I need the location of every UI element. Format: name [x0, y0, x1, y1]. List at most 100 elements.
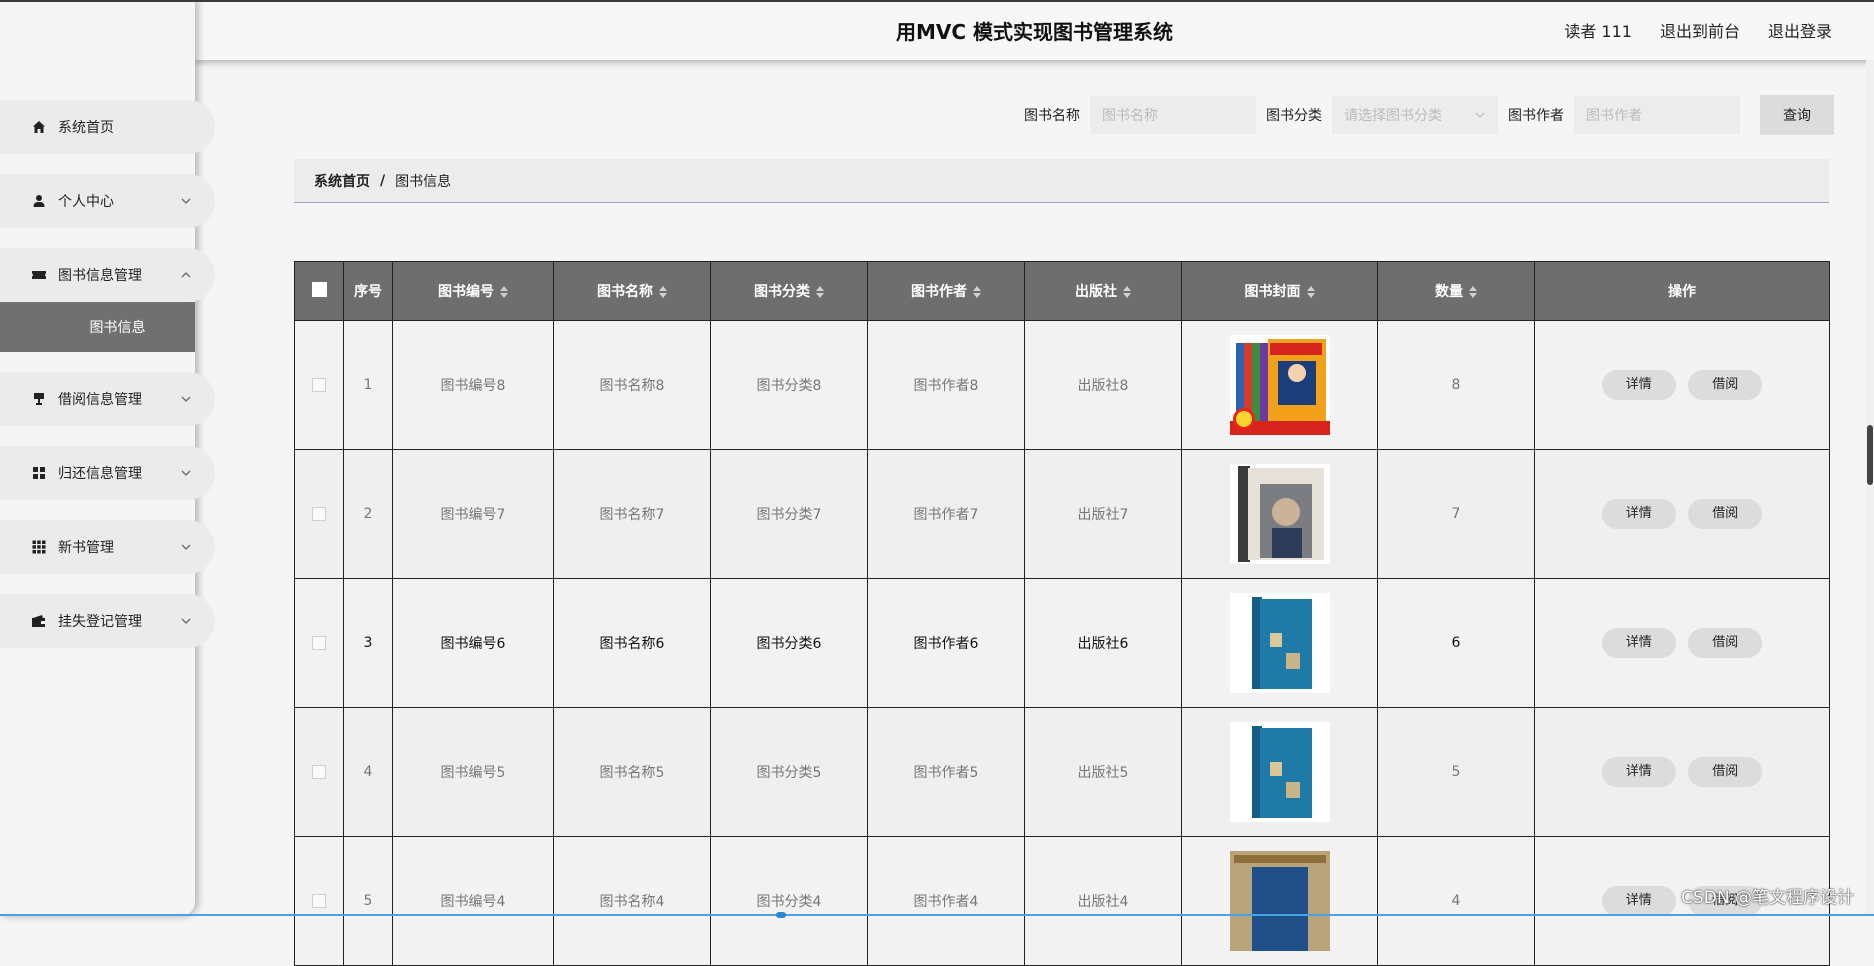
sidebar-item-personal[interactable]: 个人中心 — [0, 174, 215, 228]
sort-icon[interactable] — [1306, 286, 1315, 298]
sidebar-item-label: 新书管理 — [58, 540, 114, 556]
book-category-select[interactable]: 请选择图书分类 — [1332, 96, 1498, 134]
row-index: 2 — [343, 449, 393, 579]
col-actions-label: 操作 — [1668, 284, 1696, 300]
detail-button[interactable]: 详情 — [1601, 499, 1676, 529]
row-cover-cell — [1181, 320, 1378, 450]
borrow-button[interactable]: 借阅 — [1688, 628, 1763, 658]
sidebar-item-borrow[interactable]: 借阅信息管理 — [0, 372, 215, 426]
row-select-cell — [294, 707, 344, 837]
row-checkbox[interactable] — [312, 636, 326, 650]
row-quantity: 7 — [1377, 449, 1535, 579]
sidebar-subitem-book-info[interactable]: 图书信息 — [0, 302, 195, 352]
col-author[interactable]: 图书作者 — [867, 261, 1025, 321]
home-icon — [30, 118, 48, 136]
book-author-input[interactable]: 图书作者 — [1574, 96, 1740, 134]
row-quantity: 8 — [1377, 320, 1535, 450]
ticket-icon — [30, 266, 48, 284]
breadcrumb-separator: / — [380, 172, 386, 189]
book-name-input[interactable]: 图书名称 — [1090, 96, 1256, 134]
row-publisher: 出版社7 — [1024, 449, 1182, 579]
sidebar-item-label: 归还信息管理 — [58, 466, 142, 482]
row-code: 图书编号4 — [392, 836, 554, 966]
book-author-label: 图书作者 — [1508, 108, 1564, 124]
row-checkbox[interactable] — [312, 378, 326, 392]
logout-link[interactable]: 退出登录 — [1768, 18, 1832, 42]
col-quantity[interactable]: 数量 — [1377, 261, 1535, 321]
chevron-down-icon — [181, 470, 191, 476]
row-select-cell — [294, 578, 344, 708]
progress-dot — [776, 912, 786, 918]
row-cover-cell — [1181, 578, 1378, 708]
sidebar-item-book-info[interactable]: 图书信息管理 — [0, 248, 215, 302]
row-select-cell — [294, 836, 344, 966]
row-category: 图书分类5 — [710, 707, 868, 837]
detail-button[interactable]: 详情 — [1601, 628, 1676, 658]
col-code[interactable]: 图书编号 — [392, 261, 554, 321]
sidebar-item-home[interactable]: 系统首页 — [0, 100, 215, 154]
row-name: 图书名称5 — [553, 707, 711, 837]
sort-icon[interactable] — [659, 286, 667, 298]
row-checkbox[interactable] — [312, 894, 326, 908]
col-code-label: 图书编号 — [438, 284, 494, 300]
row-code: 图书编号8 — [392, 320, 554, 450]
col-cover[interactable]: 图书封面 — [1181, 261, 1378, 321]
stand-icon — [30, 390, 48, 408]
detail-button[interactable]: 详情 — [1601, 370, 1676, 400]
watermark: CSDN @笔文程序设计 — [1681, 888, 1854, 908]
row-code: 图书编号6 — [392, 578, 554, 708]
user-icon — [30, 192, 48, 210]
row-category: 图书分类4 — [710, 836, 868, 966]
row-author: 图书作者8 — [867, 320, 1025, 450]
shelf-cover[interactable] — [1229, 851, 1330, 951]
row-index: 4 — [343, 707, 393, 837]
row-cover-cell — [1181, 836, 1378, 966]
row-checkbox[interactable] — [312, 765, 326, 779]
vertical-scrollbar[interactable] — [1866, 60, 1874, 916]
borrow-button[interactable]: 借阅 — [1688, 757, 1763, 787]
row-name: 图书名称8 — [553, 320, 711, 450]
sidebar-item-new-books[interactable]: 新书管理 — [0, 520, 215, 574]
row-actions: 详情 借阅 — [1534, 320, 1830, 450]
sort-icon[interactable] — [1123, 286, 1131, 298]
col-name[interactable]: 图书名称 — [553, 261, 711, 321]
borrow-button[interactable]: 借阅 — [1688, 499, 1763, 529]
col-publisher[interactable]: 出版社 — [1024, 261, 1182, 321]
detail-button[interactable]: 详情 — [1601, 886, 1676, 916]
detail-button[interactable]: 详情 — [1601, 757, 1676, 787]
sidebar-item-loss-report[interactable]: 挂失登记管理 — [0, 594, 215, 648]
query-button[interactable]: 查询 — [1760, 95, 1834, 135]
apps-icon — [30, 538, 48, 556]
row-quantity: 5 — [1377, 707, 1535, 837]
blue-book-cover[interactable] — [1229, 722, 1330, 822]
col-actions: 操作 — [1534, 261, 1830, 321]
col-category[interactable]: 图书分类 — [710, 261, 868, 321]
row-cover-cell — [1181, 707, 1378, 837]
sort-icon[interactable] — [816, 286, 824, 298]
book-table: 序号 图书编号 图书名称 图书分类 图书作者 出版社 图书封面 数量 操作 1 … — [294, 261, 1830, 966]
table-header-row: 序号 图书编号 图书名称 图书分类 图书作者 出版社 图书封面 数量 操作 — [294, 261, 1830, 321]
table-row: 2 图书编号7 图书名称7 图书分类7 图书作者7 出版社7 7 详情 借阅 — [294, 449, 1830, 579]
row-name: 图书名称4 — [553, 836, 711, 966]
blue-book-cover[interactable] — [1229, 593, 1330, 693]
header-links: 读者 111 退出到前台 退出登录 — [1564, 0, 1832, 60]
vogue-cover[interactable] — [1229, 464, 1330, 564]
sort-icon[interactable] — [1469, 286, 1477, 298]
borrow-button[interactable]: 借阅 — [1688, 370, 1763, 400]
sidebar-item-return[interactable]: 归还信息管理 — [0, 446, 215, 500]
sort-icon[interactable] — [973, 286, 981, 298]
row-checkbox[interactable] — [312, 507, 326, 521]
scrollbar-thumb[interactable] — [1867, 425, 1873, 485]
row-select-cell — [294, 449, 344, 579]
back-to-front-link[interactable]: 退出到前台 — [1660, 18, 1740, 42]
table-row: 4 图书编号5 图书名称5 图书分类5 图书作者5 出版社5 5 详情 借阅 — [294, 707, 1830, 837]
conan-cover[interactable] — [1229, 335, 1330, 435]
chevron-down-icon — [181, 618, 191, 624]
select-all-checkbox[interactable] — [311, 281, 327, 297]
row-index: 1 — [343, 320, 393, 450]
breadcrumb-home[interactable]: 系统首页 — [314, 171, 370, 191]
sidebar-menu: 系统首页 个人中心 图书信息管理 图书信息 借阅信息管理 归还信息管理 新书管理… — [0, 100, 215, 668]
sort-icon[interactable] — [500, 286, 508, 298]
row-author: 图书作者5 — [867, 707, 1025, 837]
row-category: 图书分类7 — [710, 449, 868, 579]
